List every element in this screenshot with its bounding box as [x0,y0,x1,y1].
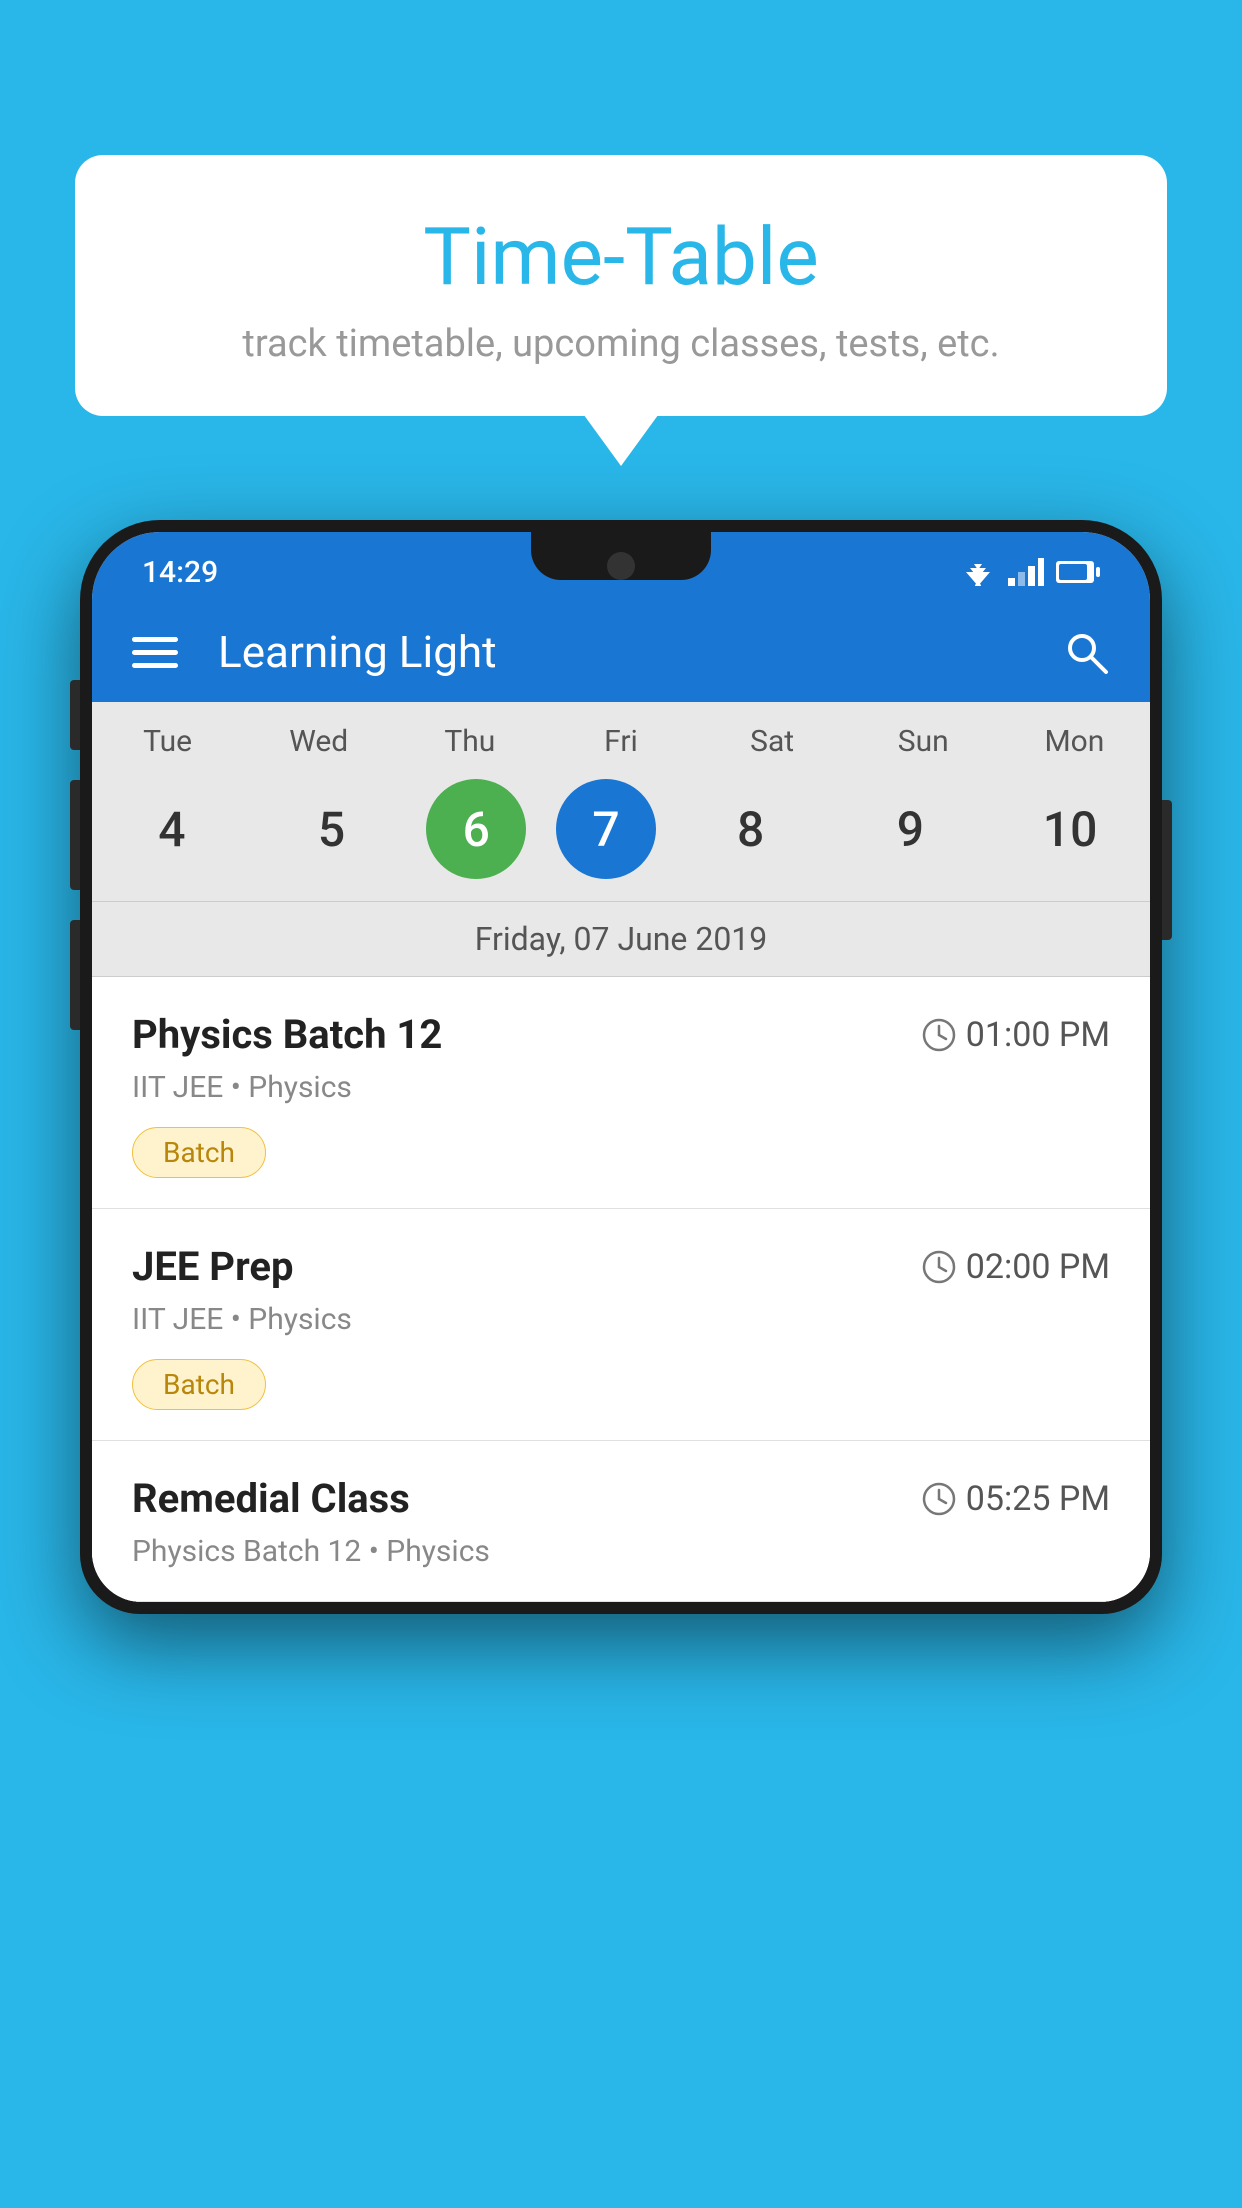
date-10[interactable]: 10 [1005,779,1135,879]
day-sun: Sun [858,724,988,759]
schedule-title-1: Physics Batch 12 [132,1011,442,1058]
tooltip-subtitle: track timetable, upcoming classes, tests… [135,322,1107,366]
phone-mockup: 14:29 [80,520,1162,2208]
schedule-item-remedial[interactable]: Remedial Class 05:25 PM Physics Batch 12… [92,1441,1150,1602]
date-6-today[interactable]: 6 [426,779,526,879]
phone-notch [531,532,711,580]
date-8[interactable]: 8 [686,779,816,879]
calendar-day-labels: Tue Wed Thu Fri Sat Sun Mon [92,702,1150,771]
status-icons [960,558,1100,586]
app-title: Learning Light [218,626,1062,678]
power-button [1162,800,1172,940]
phone-screen: 14:29 [92,532,1150,1602]
search-icon[interactable] [1062,628,1110,676]
tooltip-card: Time-Table track timetable, upcoming cla… [75,155,1167,416]
status-time: 14:29 [142,555,218,590]
date-7-selected[interactable]: 7 [556,779,656,879]
schedule-time-text-2: 02:00 PM [966,1247,1110,1287]
day-wed: Wed [254,724,384,759]
day-fri: Fri [556,724,686,759]
batch-badge-1: Batch [132,1127,266,1178]
schedule-title-2: JEE Prep [132,1243,293,1290]
day-tue: Tue [103,724,233,759]
schedule-time-2: 02:00 PM [922,1247,1110,1287]
clock-icon-1 [922,1018,956,1052]
schedule-list: Physics Batch 12 01:00 PM IIT JEE • Phys… [92,977,1150,1602]
tooltip-title: Time-Table [135,210,1107,304]
volume-up-button [70,680,80,750]
date-4[interactable]: 4 [107,779,237,879]
date-5[interactable]: 5 [267,779,397,879]
menu-icon[interactable] [132,637,178,668]
day-thu: Thu [405,724,535,759]
schedule-item-top-1: Physics Batch 12 01:00 PM [132,1011,1110,1058]
schedule-subtitle-1: IIT JEE • Physics [132,1070,1110,1105]
phone-outer: 14:29 [80,520,1162,1614]
day-sat: Sat [707,724,837,759]
phone-camera [607,552,635,580]
signal-icon [1008,558,1044,586]
schedule-subtitle-3: Physics Batch 12 • Physics [132,1534,1110,1569]
battery-icon [1056,558,1100,586]
selected-date-label: Friday, 07 June 2019 [92,902,1150,977]
schedule-item-physics-batch[interactable]: Physics Batch 12 01:00 PM IIT JEE • Phys… [92,977,1150,1209]
schedule-time-text-1: 01:00 PM [966,1015,1110,1055]
date-9[interactable]: 9 [845,779,975,879]
schedule-time-text-3: 05:25 PM [966,1479,1110,1519]
schedule-title-3: Remedial Class [132,1475,410,1522]
wifi-icon [960,558,996,586]
app-bar: Learning Light [92,602,1150,702]
schedule-time-3: 05:25 PM [922,1479,1110,1519]
clock-icon-3 [922,1482,956,1516]
schedule-item-jee-prep[interactable]: JEE Prep 02:00 PM IIT JEE • Physics Batc… [92,1209,1150,1441]
batch-badge-2: Batch [132,1359,266,1410]
schedule-item-top-2: JEE Prep 02:00 PM [132,1243,1110,1290]
clock-icon-2 [922,1250,956,1284]
bixby-button [70,920,80,1030]
schedule-subtitle-2: IIT JEE • Physics [132,1302,1110,1337]
calendar-dates: 4 5 6 7 8 9 10 [92,771,1150,902]
schedule-time-1: 01:00 PM [922,1015,1110,1055]
day-mon: Mon [1009,724,1139,759]
volume-down-button [70,780,80,890]
schedule-item-top-3: Remedial Class 05:25 PM [132,1475,1110,1522]
